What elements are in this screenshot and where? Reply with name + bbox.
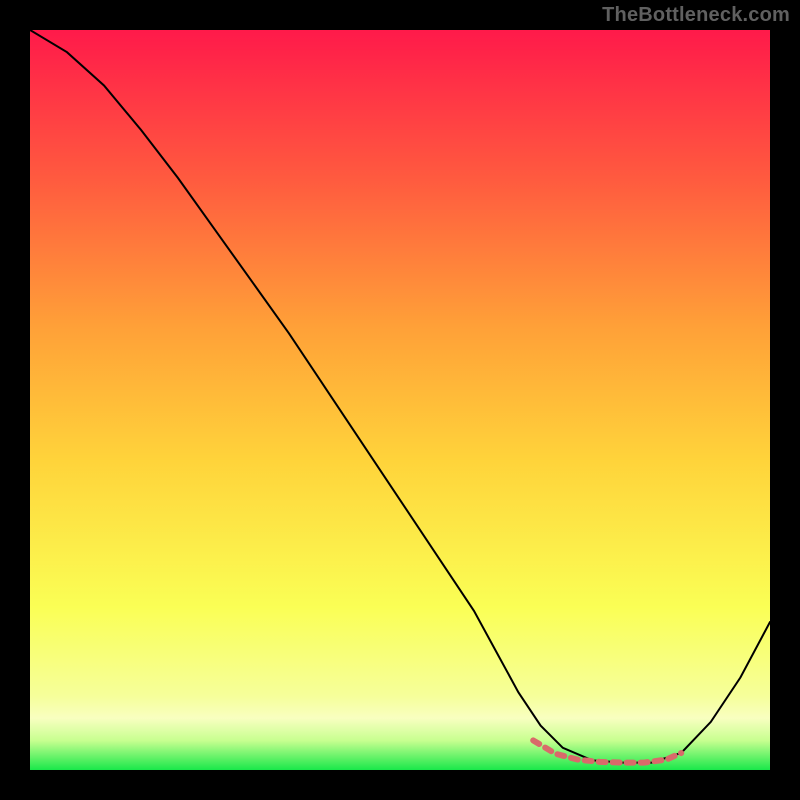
chart-stage: TheBottleneck.com (0, 0, 800, 800)
chart-svg (0, 0, 800, 800)
watermark-text: TheBottleneck.com (602, 4, 790, 27)
chart-background (30, 30, 770, 770)
